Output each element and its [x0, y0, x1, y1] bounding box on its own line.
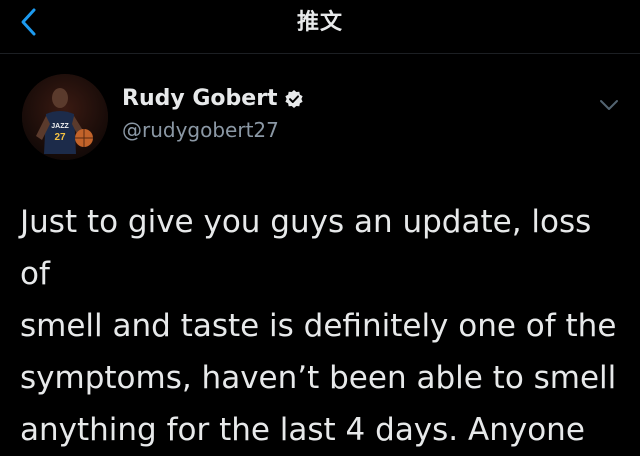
page-title: 推文 [296, 10, 343, 35]
avatar-jersey-text: JAZZ [51, 123, 69, 130]
tweet-options-button[interactable] [596, 92, 622, 118]
author-name-row[interactable]: Rudy Gobert [122, 86, 304, 111]
author-handle[interactable]: @rudygobert27 [122, 118, 279, 142]
verified-badge-icon [284, 89, 304, 109]
chevron-down-icon [600, 100, 618, 110]
tweet-header: JAZZ 27 Rudy Gobert @rudygobert27 [0, 54, 640, 174]
tweet-text: Just to give you guys an update, loss of… [20, 204, 617, 448]
avatar-image: JAZZ 27 [22, 74, 108, 160]
top-bar: 推文 [0, 0, 640, 54]
author-display-name[interactable]: Rudy Gobert [122, 86, 278, 111]
avatar[interactable]: JAZZ 27 [22, 74, 108, 160]
avatar-jersey-number: 27 [54, 132, 66, 143]
